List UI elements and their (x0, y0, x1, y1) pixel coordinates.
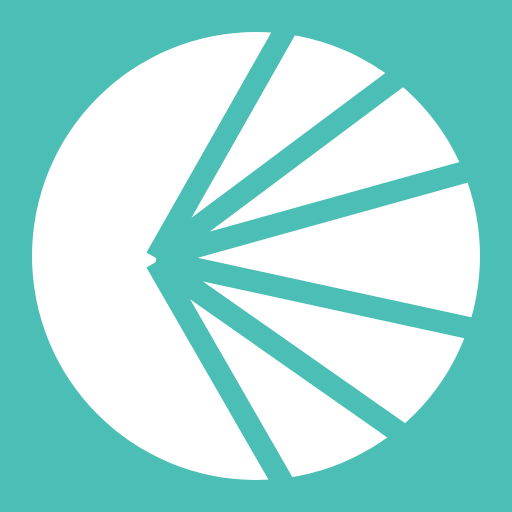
logo-icon (0, 0, 512, 512)
app-icon (0, 0, 512, 512)
